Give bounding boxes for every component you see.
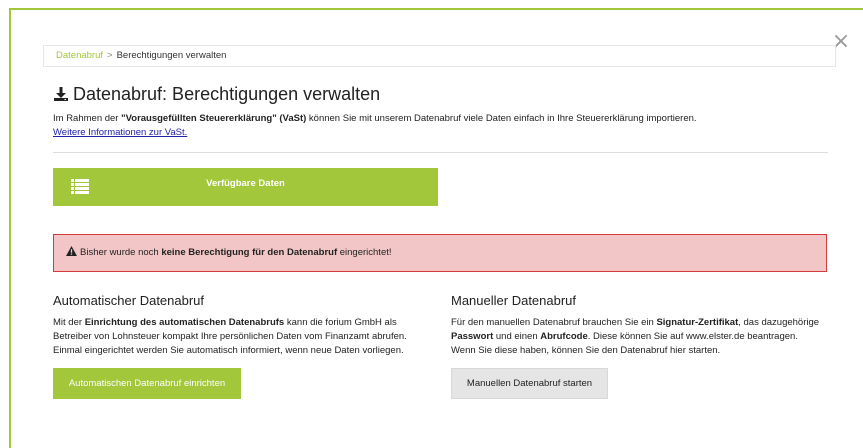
intro-pre: Im Rahmen der [53, 113, 122, 124]
manual-line2-bold2: Abrufcode [540, 331, 588, 342]
auto-section-text: Mit der Einrichtung des automatischen Da… [53, 316, 433, 358]
page-title: Datenabruf: Berechtigungen verwalten [53, 84, 380, 105]
intro-text: Im Rahmen der "Vorausgefüllten Steuererk… [53, 112, 813, 140]
available-data-button[interactable]: Verfügbare Daten [53, 168, 438, 206]
manual-line1-post: , das dazugehörige [738, 317, 820, 328]
breadcrumb-current: Berechtigungen verwalten [116, 50, 227, 61]
manual-section-title: Manueller Datenabruf [451, 293, 577, 308]
intro-bold: "Vorausgefüllten Steuererklärung" (VaSt) [121, 113, 307, 124]
breadcrumb-link-datenabruf[interactable]: Datenabruf [56, 50, 103, 61]
vast-info-link[interactable]: Weitere Informationen zur VaSt. [53, 127, 187, 138]
warning-icon [66, 246, 77, 256]
available-data-label: Verfügbare Daten [206, 178, 285, 189]
auto-line1-bold: Einrichtung des automatischen Datenabruf… [84, 317, 285, 328]
auto-line3: Einmal eingerichtet werden Sie automatis… [53, 345, 404, 356]
auto-section-title: Automatischer Datenabruf [53, 293, 205, 308]
download-icon [54, 87, 68, 101]
manual-line2-mid: und einen [493, 331, 541, 342]
setup-auto-retrieval-button[interactable]: Automatischen Datenabruf einrichten [53, 368, 241, 399]
manual-line3: Wenn Sie diese haben, können Sie den Dat… [451, 345, 721, 356]
manual-section-text: Für den manuellen Datenabruf brauchen Si… [451, 316, 841, 358]
alert-post: eingerichtet! [337, 247, 392, 258]
intro-post: können Sie mit unserem Datenabruf viele … [306, 113, 697, 124]
auto-line2: Betreiber von Lohnsteuer kompakt Ihre pe… [53, 331, 407, 342]
divider [53, 152, 828, 153]
auto-line1-post: kann die forium GmbH als [284, 317, 397, 328]
alert-bold: keine Berechtigung für den Datenabruf [161, 247, 338, 258]
auto-line1-pre: Mit der [53, 317, 85, 328]
manual-line2-post: . Diese können Sie auf www.elster.de bea… [587, 331, 798, 342]
alert-pre: Bisher wurde noch [80, 247, 162, 258]
no-permission-alert: Bisher wurde noch keine Berechtigung für… [53, 234, 827, 272]
manual-line2-bold1: Passwort [451, 331, 494, 342]
start-manual-retrieval-button[interactable]: Manuellen Datenabruf starten [451, 368, 608, 399]
breadcrumb: Datenabruf > Berechtigungen verwalten [43, 45, 836, 67]
manual-line1-bold: Signatur-Zertifikat [656, 317, 739, 328]
breadcrumb-separator: > [107, 50, 113, 61]
manual-line1-pre: Für den manuellen Datenabruf brauchen Si… [451, 317, 657, 328]
page-title-text: Datenabruf: Berechtigungen verwalten [73, 84, 381, 104]
